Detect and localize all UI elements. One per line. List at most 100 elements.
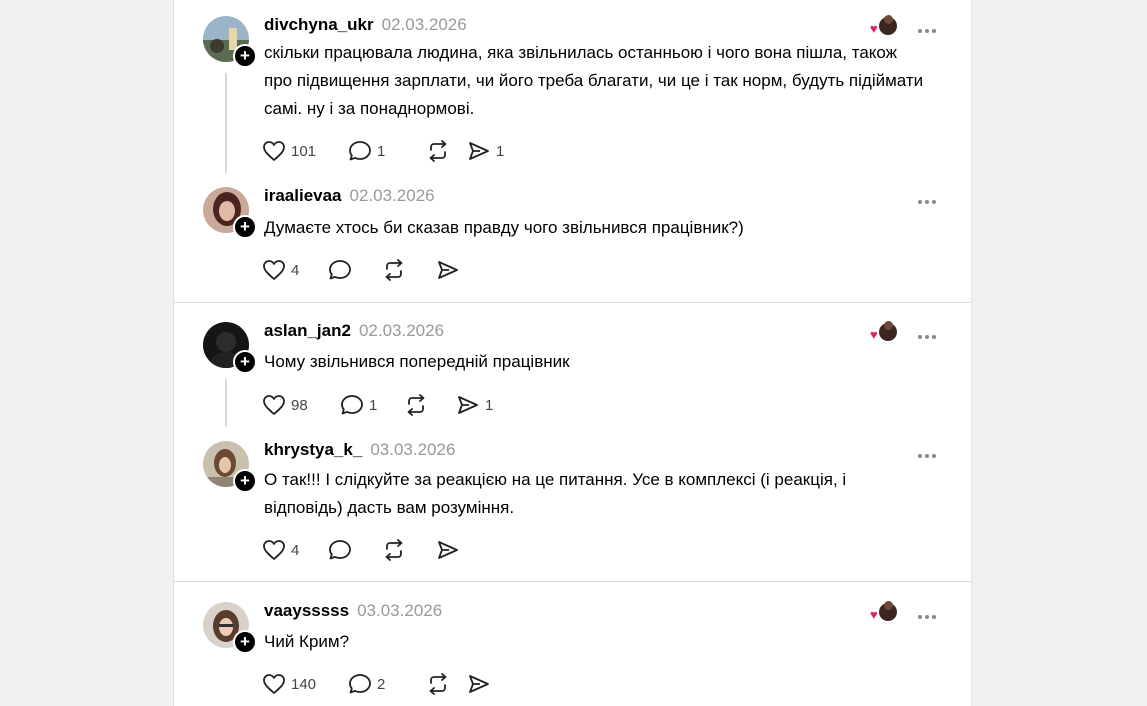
post-header: iraalievaa 02.03.2026 — [264, 183, 435, 209]
thread-divider — [174, 581, 971, 582]
reply-button[interactable] — [328, 539, 382, 561]
avatar[interactable]: + — [203, 441, 257, 493]
more-icon[interactable] — [918, 20, 942, 33]
like-count: 4 — [291, 261, 300, 279]
username[interactable]: divchyna_ukr — [264, 15, 374, 35]
avatar[interactable]: + — [203, 322, 257, 374]
like-count: 140 — [291, 675, 317, 693]
repost-button[interactable] — [382, 539, 436, 561]
comment-icon — [349, 141, 371, 161]
send-icon — [469, 142, 489, 160]
post-text: Чому звільнився попередній працівник — [264, 352, 570, 371]
post-actions: 98 1 1 — [262, 391, 516, 419]
post-text: Думаєте хтось би сказав правду чого звіл… — [264, 218, 744, 237]
username[interactable]: khrystya_k_ — [264, 440, 362, 460]
post-date[interactable]: 02.03.2026 — [350, 186, 435, 206]
post-header: aslan_jan2 02.03.2026 — [264, 318, 444, 344]
like-button[interactable]: 140 — [262, 673, 348, 695]
post-actions: 101 1 1 — [262, 137, 527, 165]
heart-reaction-icon: ♥ — [870, 607, 878, 622]
send-icon — [469, 675, 489, 693]
follow-plus-icon[interactable]: + — [233, 215, 257, 239]
repost-icon — [385, 539, 403, 561]
thread-divider — [174, 302, 971, 303]
like-button[interactable]: 4 — [262, 539, 328, 561]
post-header: khrystya_k_ 03.03.2026 — [264, 437, 455, 463]
heart-icon — [263, 141, 285, 161]
reaction-avatars[interactable]: ♥ — [870, 601, 900, 623]
thread-line — [225, 73, 227, 173]
username[interactable]: iraalievaa — [264, 186, 342, 206]
like-count: 101 — [291, 142, 317, 160]
username[interactable]: aslan_jan2 — [264, 321, 351, 341]
reaction-avatars[interactable]: ♥ — [870, 321, 900, 343]
repost-icon — [407, 394, 425, 416]
follow-plus-icon[interactable]: + — [233, 44, 257, 68]
comment-icon — [341, 395, 363, 415]
send-icon — [438, 541, 458, 559]
repost-button[interactable] — [426, 673, 467, 695]
avatar[interactable]: + — [203, 602, 257, 654]
more-icon[interactable] — [918, 191, 942, 204]
reply-button[interactable]: 2 — [348, 673, 426, 695]
thread-line — [225, 379, 227, 427]
replies-feed: + divchyna_ukr 02.03.2026 ♥ скільки прац… — [173, 0, 972, 706]
post-header: divchyna_ukr 02.03.2026 — [264, 12, 467, 38]
post-actions: 140 2 — [262, 670, 507, 698]
comment-icon — [349, 674, 371, 694]
more-icon[interactable] — [918, 606, 942, 619]
reply-count: 1 — [369, 396, 378, 414]
share-count: 1 — [485, 396, 494, 414]
reply-button[interactable]: 1 — [348, 140, 426, 162]
post-actions: 4 — [262, 536, 476, 564]
repost-button[interactable] — [382, 259, 436, 281]
like-count: 98 — [291, 396, 308, 414]
post-text: О так!!! І слідкуйте за реакцією на це п… — [264, 470, 847, 517]
reply-button[interactable] — [328, 259, 382, 281]
heart-icon — [263, 395, 285, 415]
like-count: 4 — [291, 541, 300, 559]
reply-count: 2 — [377, 675, 386, 693]
post-date[interactable]: 03.03.2026 — [370, 440, 455, 460]
share-count: 1 — [496, 142, 505, 160]
post-date[interactable]: 03.03.2026 — [357, 601, 442, 621]
post-text: скільки працювала людина, яка звільнилас… — [264, 43, 924, 118]
repost-icon — [429, 140, 447, 162]
post-text: Чий Крим? — [264, 632, 350, 651]
share-button[interactable] — [436, 259, 476, 281]
post-date[interactable]: 02.03.2026 — [359, 321, 444, 341]
reply-button[interactable]: 1 — [340, 394, 404, 416]
heart-icon — [263, 260, 285, 280]
repost-icon — [385, 259, 403, 281]
like-button[interactable]: 4 — [262, 259, 328, 281]
repost-button[interactable] — [404, 394, 456, 416]
avatar[interactable]: + — [203, 16, 257, 68]
username[interactable]: vaaysssss — [264, 601, 349, 621]
reply-count: 1 — [377, 142, 386, 160]
reaction-avatars[interactable]: ♥ — [870, 15, 900, 37]
comment-icon — [329, 540, 351, 560]
share-button[interactable]: 1 — [456, 394, 516, 416]
repost-button[interactable] — [426, 140, 467, 162]
share-button[interactable] — [467, 673, 507, 695]
repost-icon — [429, 673, 447, 695]
avatar[interactable]: + — [203, 187, 257, 239]
more-icon[interactable] — [918, 445, 942, 458]
follow-plus-icon[interactable]: + — [233, 469, 257, 493]
comment-icon — [329, 260, 351, 280]
post-date[interactable]: 02.03.2026 — [382, 15, 467, 35]
post-actions: 4 — [262, 256, 476, 284]
like-button[interactable]: 101 — [262, 140, 348, 162]
heart-reaction-icon: ♥ — [870, 327, 878, 342]
send-icon — [438, 261, 458, 279]
heart-icon — [263, 674, 285, 694]
more-icon[interactable] — [918, 326, 942, 339]
share-button[interactable] — [436, 539, 476, 561]
follow-plus-icon[interactable]: + — [233, 630, 257, 654]
like-button[interactable]: 98 — [262, 394, 340, 416]
heart-reaction-icon: ♥ — [870, 21, 878, 36]
follow-plus-icon[interactable]: + — [233, 350, 257, 374]
post-header: vaaysssss 03.03.2026 — [264, 598, 442, 624]
share-button[interactable]: 1 — [467, 140, 527, 162]
heart-icon — [263, 540, 285, 560]
